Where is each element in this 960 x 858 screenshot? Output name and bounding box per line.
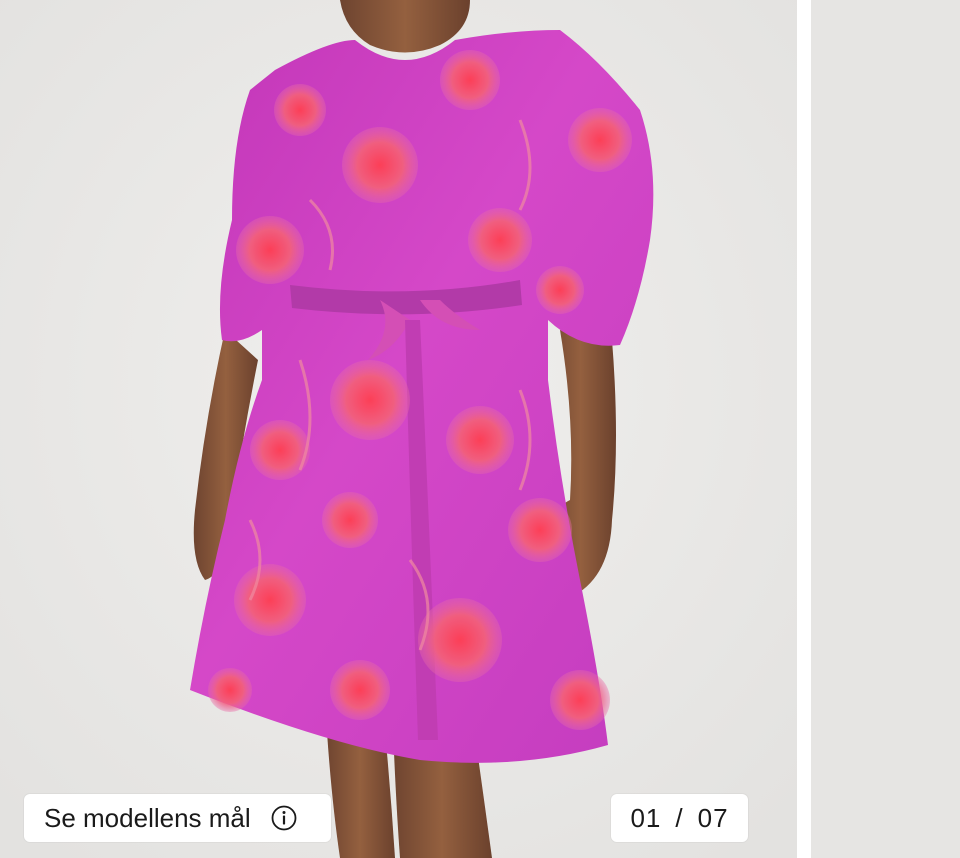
- image-counter-current: 01: [630, 802, 662, 833]
- model-measurements-button[interactable]: Se modellens mål: [24, 794, 331, 842]
- info-icon: [271, 805, 297, 831]
- image-counter: 01 / 07: [611, 794, 748, 842]
- model-measurements-label: Se modellens mål: [44, 802, 251, 833]
- gallery-divider: [797, 0, 811, 858]
- gallery-slide-current[interactable]: Se modellens mål 01 / 07: [0, 0, 797, 858]
- gallery-slide-next-peek[interactable]: [811, 0, 960, 858]
- image-counter-separator: /: [675, 802, 684, 833]
- product-photo: [0, 0, 797, 858]
- product-gallery[interactable]: Se modellens mål 01 / 07: [0, 0, 960, 858]
- image-counter-total: 07: [697, 802, 729, 833]
